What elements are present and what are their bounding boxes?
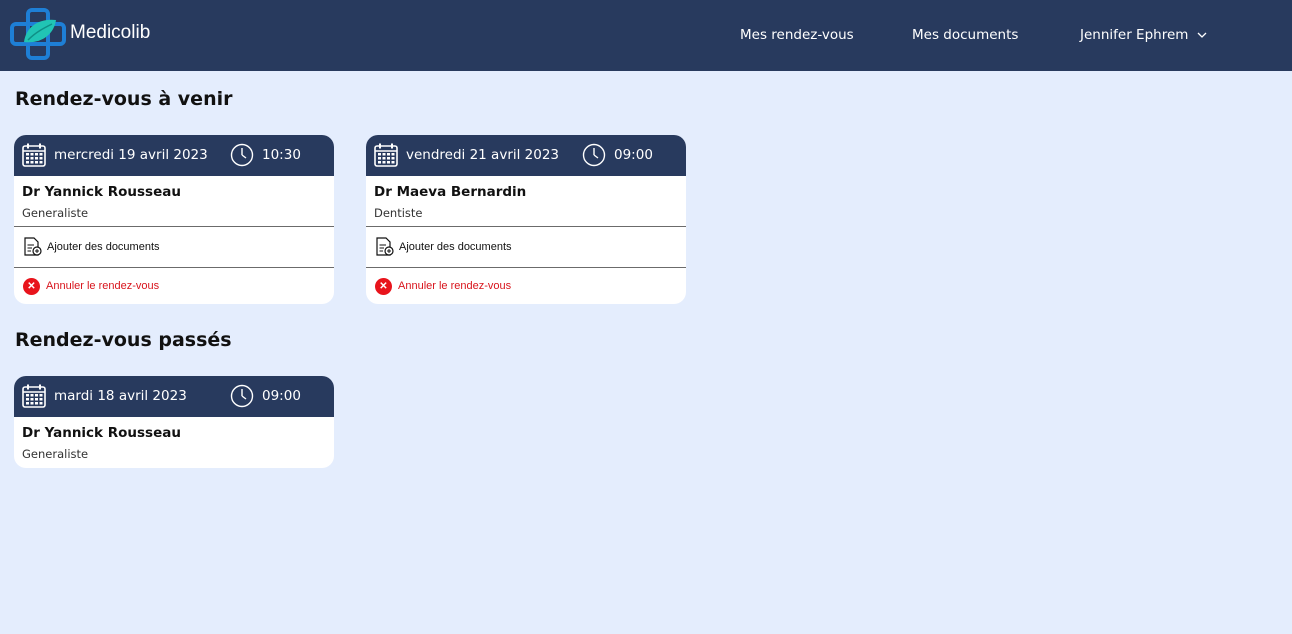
appointment-date: vendredi 21 avril 2023 <box>406 147 560 163</box>
clock-icon <box>230 143 254 167</box>
doctor-specialty: Generaliste <box>22 447 89 461</box>
doctor-info: Dr Yannick Rousseau Generaliste <box>14 176 334 227</box>
cancel-appointment-button[interactable]: ✕ Annuler le rendez-vous <box>366 268 686 304</box>
calendar-icon <box>22 143 46 167</box>
appointment-header: mardi 18 avril 2023 09:00 <box>14 376 334 417</box>
cancel-appointment-button[interactable]: ✕ Annuler le rendez-vous <box>14 268 334 304</box>
user-name: Jennifer Ephrem <box>1080 27 1189 43</box>
calendar-icon <box>374 143 398 167</box>
user-menu[interactable]: Jennifer Ephrem <box>1080 27 1207 43</box>
add-documents-button[interactable]: Ajouter des documents <box>366 227 686 268</box>
appointment-time: 09:00 <box>614 147 653 163</box>
section-title-past: Rendez-vous passés <box>15 329 232 351</box>
calendar-icon <box>22 384 46 408</box>
document-add-icon <box>376 237 394 256</box>
appointment-date: mercredi 19 avril 2023 <box>54 147 208 163</box>
add-documents-label: Ajouter des documents <box>47 241 160 253</box>
doctor-specialty: Generaliste <box>22 206 89 220</box>
cancel-appointment-label: Annuler le rendez-vous <box>398 280 512 292</box>
section-title-upcoming: Rendez-vous à venir <box>15 88 233 110</box>
cancel-icon: ✕ <box>23 277 40 295</box>
appointment-date: mardi 18 avril 2023 <box>54 388 187 404</box>
doctor-name: Dr Yannick Rousseau <box>22 184 181 200</box>
chevron-down-icon <box>1197 32 1207 38</box>
appointment-time: 10:30 <box>262 147 301 163</box>
doctor-name: Dr Yannick Rousseau <box>22 425 181 441</box>
past-appointment-card: mardi 18 avril 2023 09:00 Dr Yannick Rou… <box>14 376 334 468</box>
nav-link-documents[interactable]: Mes documents <box>912 27 1018 43</box>
document-add-icon <box>24 237 42 256</box>
appointment-time: 09:00 <box>262 388 301 404</box>
add-documents-label: Ajouter des documents <box>399 241 512 253</box>
appointment-header: mercredi 19 avril 2023 10:30 <box>14 135 334 176</box>
top-navbar: Medicolib Mes rendez-vous Mes documents … <box>0 0 1292 71</box>
appointment-card: vendredi 21 avril 2023 09:00 Dr Maeva Be… <box>366 135 686 304</box>
clock-icon <box>230 384 254 408</box>
doctor-name: Dr Maeva Bernardin <box>374 184 527 200</box>
cancel-icon: ✕ <box>375 277 392 295</box>
logo-cross-icon[interactable] <box>10 8 66 60</box>
doctor-specialty: Dentiste <box>374 206 423 220</box>
cancel-appointment-label: Annuler le rendez-vous <box>46 280 160 292</box>
appointment-header: vendredi 21 avril 2023 09:00 <box>366 135 686 176</box>
appointment-card: mercredi 19 avril 2023 10:30 Dr Yannick … <box>14 135 334 304</box>
doctor-info: Dr Yannick Rousseau Generaliste <box>14 417 334 468</box>
add-documents-button[interactable]: Ajouter des documents <box>14 227 334 268</box>
clock-icon <box>582 143 606 167</box>
doctor-info: Dr Maeva Bernardin Dentiste <box>366 176 686 227</box>
brand-name[interactable]: Medicolib <box>70 22 150 44</box>
nav-link-rendez-vous[interactable]: Mes rendez-vous <box>740 27 854 43</box>
